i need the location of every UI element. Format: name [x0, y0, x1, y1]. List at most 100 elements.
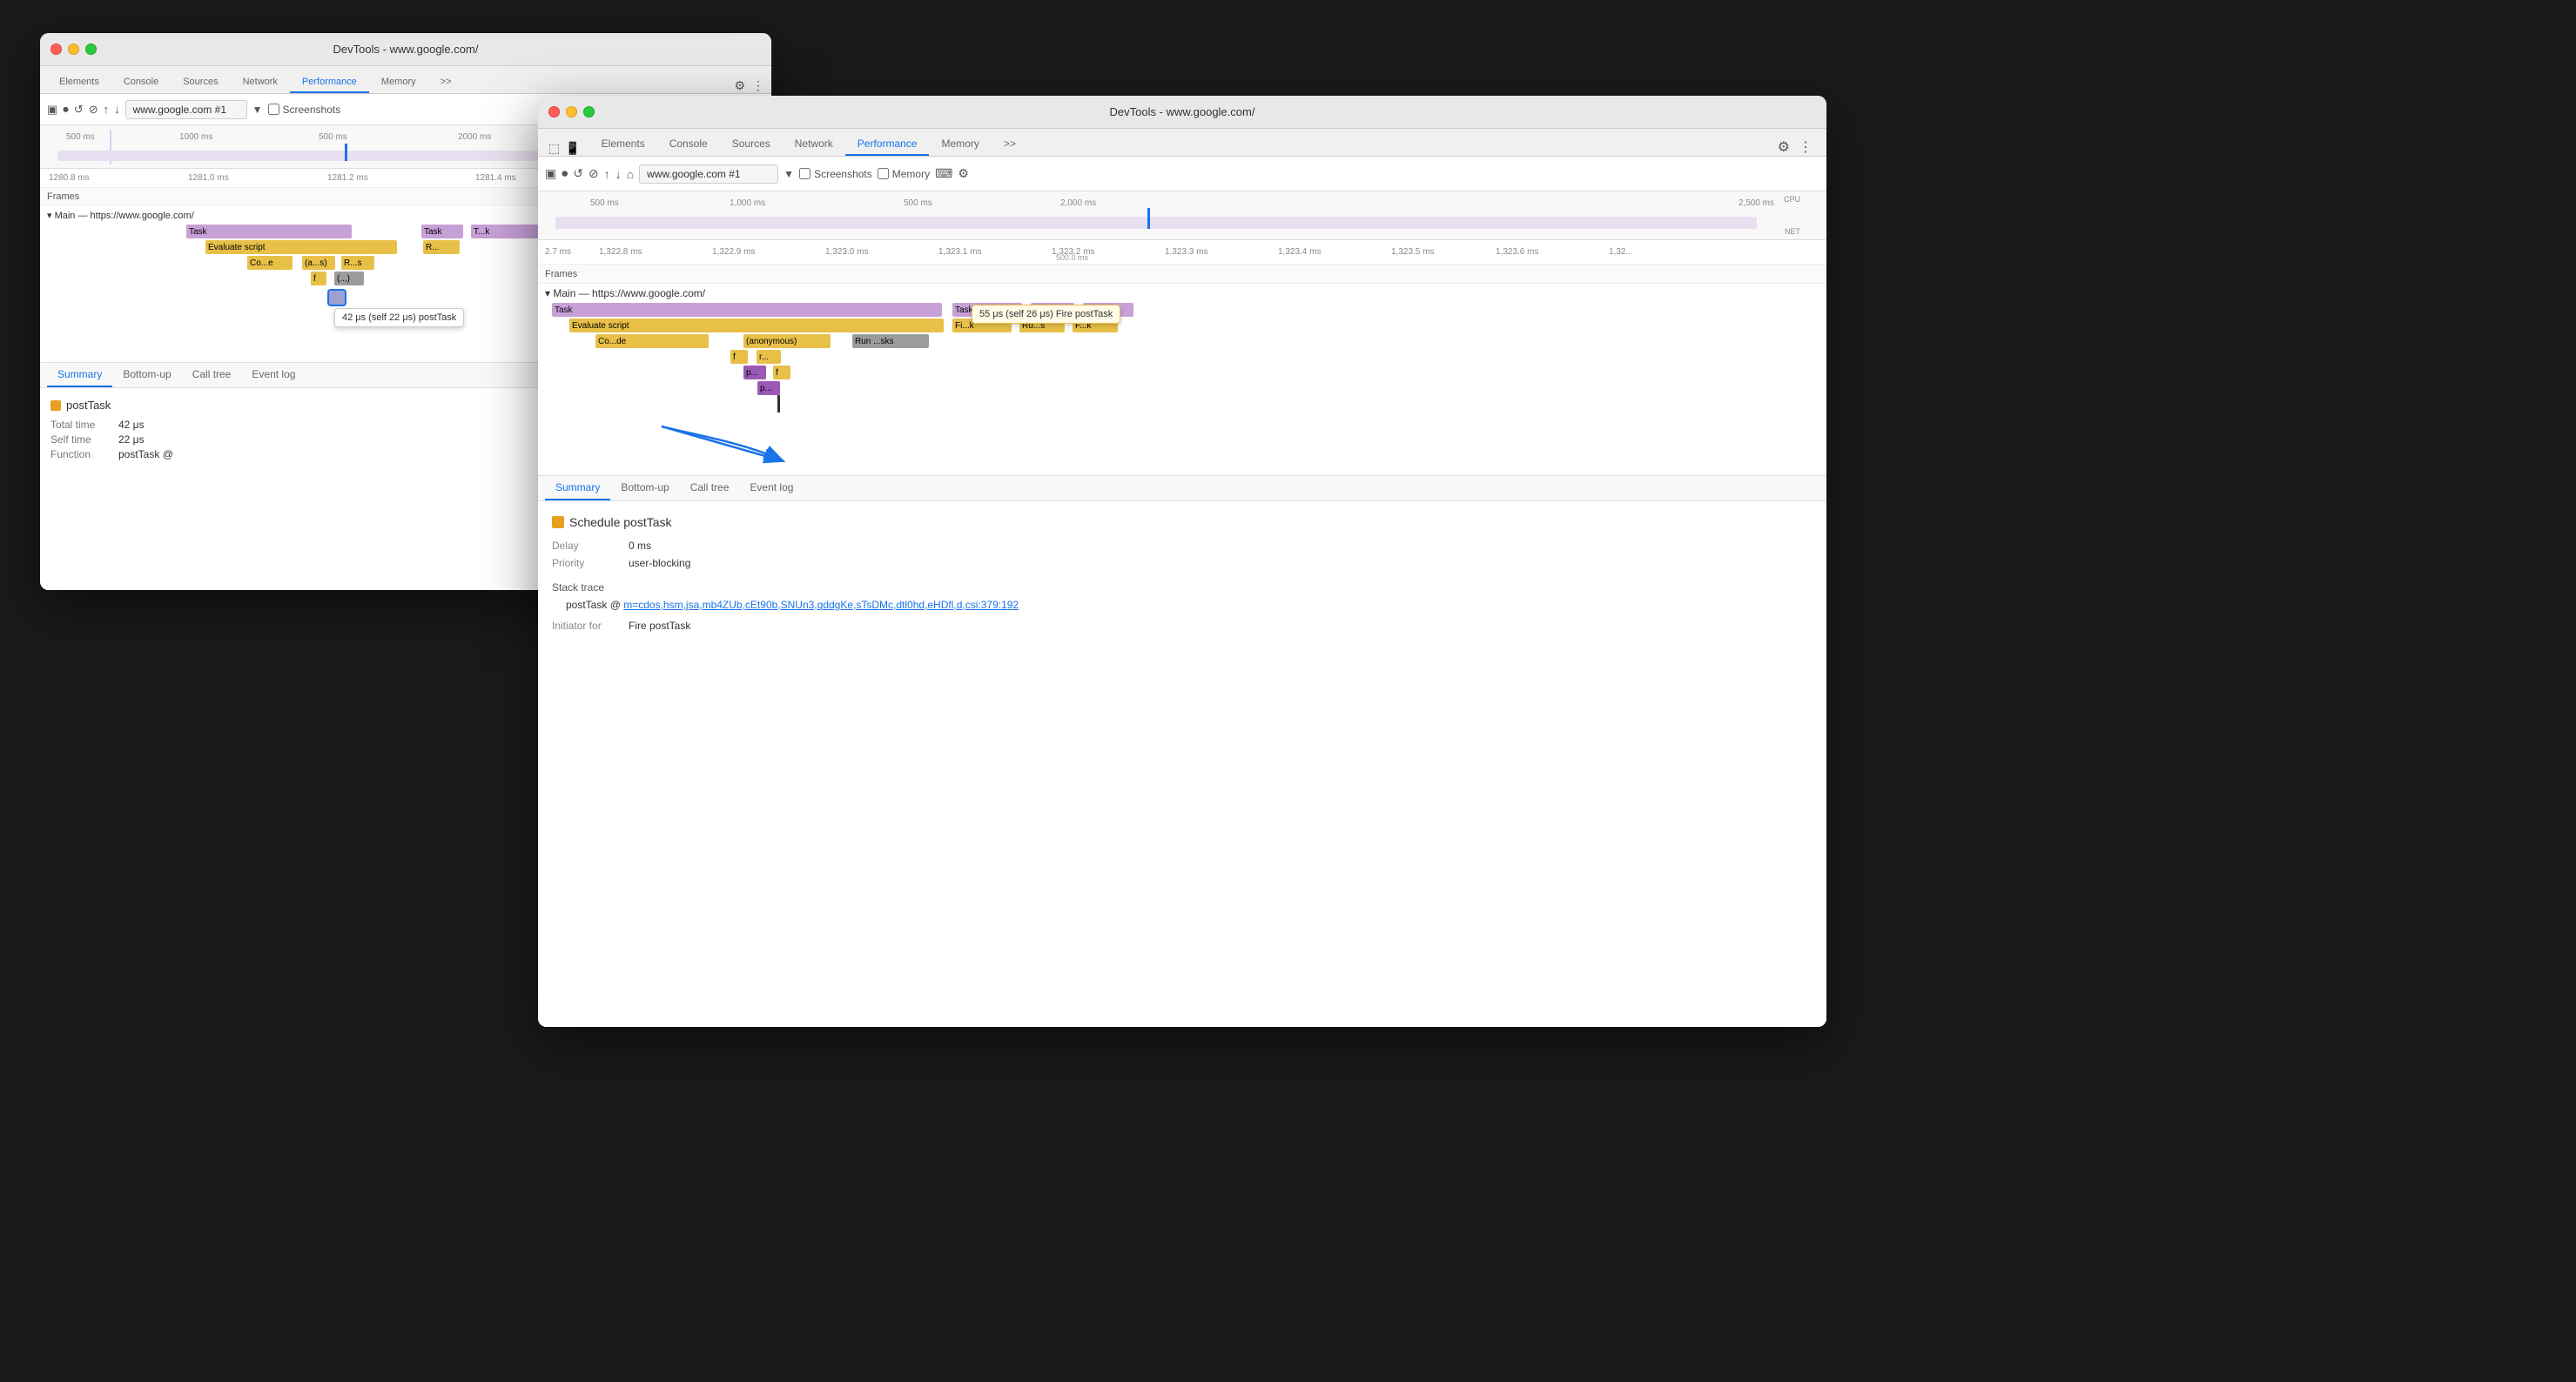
more-icon-2[interactable]: ⋮ [1799, 138, 1813, 156]
clear-icon-2[interactable]: ⊘ [589, 166, 599, 181]
summary-color-dot-2 [552, 516, 564, 528]
tab-network-1[interactable]: Network [231, 72, 290, 93]
window-title-1: DevTools - www.google.com/ [333, 43, 479, 56]
frames-label-2: Frames [545, 269, 577, 279]
f-k-bar[interactable]: F...k [1073, 319, 1118, 332]
tab-memory-2[interactable]: Memory [929, 133, 991, 156]
close-button-2[interactable] [548, 106, 560, 117]
task-bar-3[interactable]: T...k [471, 225, 541, 238]
p-bar-1[interactable]: p... [743, 366, 766, 379]
delay-row: Delay 0 ms [552, 540, 1813, 552]
minimize-button-2[interactable] [566, 106, 577, 117]
dropdown-icon-1[interactable]: ▼ [252, 104, 263, 116]
download-icon-1[interactable]: ↓ [114, 103, 120, 116]
upload-icon-2[interactable]: ↑ [604, 167, 610, 181]
tab-elements-1[interactable]: Elements [47, 72, 111, 93]
screenshots-checkbox-2[interactable] [799, 168, 810, 179]
clear-icon-1[interactable]: ⊘ [89, 103, 98, 117]
record-icon-2[interactable]: ⏺ [562, 166, 568, 181]
tab-sources-1[interactable]: Sources [171, 72, 230, 93]
f-bar-2[interactable]: f [730, 350, 748, 364]
dropdown-icon-2[interactable]: ▼ [784, 168, 794, 180]
tab-console-1[interactable]: Console [111, 72, 171, 93]
tab-bottom-up-1[interactable]: Bottom-up [112, 363, 181, 387]
screenshots-checkbox-1[interactable] [268, 104, 279, 115]
task-bar-2-4[interactable]: T...k [1083, 303, 1133, 317]
task-bar-2-2[interactable]: Task [952, 303, 1022, 317]
selected-task-bar-1[interactable] [329, 291, 345, 305]
record-bar-2: ▣ ⏺ ↺ ⊘ ↑ ↓ ⌂ www.google.com #1 ▼ Screen… [538, 157, 1826, 191]
refresh-icon-1[interactable]: ↺ [74, 103, 84, 117]
maximize-button-2[interactable] [583, 106, 595, 117]
upload-icon-1[interactable]: ↑ [104, 103, 110, 116]
memory-check-2[interactable]: Memory [878, 168, 930, 180]
f-bar-1[interactable]: f [311, 272, 326, 285]
evaluate-script-bar-1[interactable]: Evaluate script [205, 240, 397, 254]
settings-icon-2[interactable]: ⚙ [958, 166, 969, 181]
tab-summary-2[interactable]: Summary [545, 476, 610, 500]
task-bar-1[interactable]: Task [186, 225, 352, 238]
tab-summary-1[interactable]: Summary [47, 363, 112, 387]
anon-bar-2[interactable]: (anonymous) [743, 334, 831, 348]
cursor-line-2 [777, 395, 780, 413]
task-bar-2[interactable]: Task [421, 225, 463, 238]
tab-memory-1[interactable]: Memory [369, 72, 428, 93]
main-label-2: Main — https://www.google.com/ [553, 287, 705, 299]
tab-bottom-up-2[interactable]: Bottom-up [610, 476, 679, 500]
dots-bar-1[interactable]: (...) [334, 272, 364, 285]
tab-console-2[interactable]: Console [657, 133, 720, 156]
tab-sources-2[interactable]: Sources [720, 133, 783, 156]
stack-trace-label: Stack trace [552, 581, 1813, 594]
bottom-tabs-2: Summary Bottom-up Call tree Event log [538, 476, 1826, 501]
bottom-content-2: Schedule postTask Delay 0 ms Priority us… [538, 501, 1826, 648]
tab-network-2[interactable]: Network [783, 133, 845, 156]
inspector-icon-2[interactable]: ⬚ [548, 141, 560, 156]
gear-icon-2[interactable]: ⚙ [1778, 138, 1790, 156]
tab-event-log-1[interactable]: Event log [241, 363, 306, 387]
url-input-1[interactable]: www.google.com #1 [125, 100, 247, 119]
dock-icon-1[interactable]: ▣ [47, 103, 57, 117]
p-bar-2[interactable]: p... [757, 381, 780, 395]
r-bar-1[interactable]: R... [423, 240, 460, 254]
tab-event-log-2[interactable]: Event log [739, 476, 804, 500]
tab-performance-2[interactable]: Performance [845, 133, 930, 156]
maximize-button-1[interactable] [85, 44, 97, 55]
refresh-icon-2[interactable]: ↺ [573, 166, 583, 181]
memory-checkbox-2[interactable] [878, 168, 889, 179]
tab-performance-1[interactable]: Performance [290, 72, 369, 93]
tab-call-tree-1[interactable]: Call tree [182, 363, 242, 387]
gear-icon-1[interactable]: ⚙ [734, 78, 745, 93]
r-bar-2[interactable]: r... [757, 350, 781, 364]
code-bar-2[interactable]: Co...de [595, 334, 709, 348]
screenshots-check-2[interactable]: Screenshots [799, 168, 872, 180]
ru-s-bar[interactable]: Ru...s [1019, 319, 1065, 332]
evaluate-script-2[interactable]: Evaluate script [569, 319, 944, 332]
f-bar-3[interactable]: f [773, 366, 790, 379]
mobile-icon-2[interactable]: 📱 [565, 141, 580, 156]
home-icon-2[interactable]: ⌂ [627, 167, 634, 181]
run-tasks-bar[interactable]: Run ...sks [852, 334, 929, 348]
title-bar-2: DevTools - www.google.com/ [538, 96, 1826, 129]
stack-trace-code: postTask @ m=cdos,hsm,jsa,mb4ZUb,cEt90b,… [566, 599, 1813, 611]
run-bar-1[interactable]: R...s [341, 256, 374, 270]
task-bar-2-1[interactable]: Task [552, 303, 942, 317]
minimize-button-1[interactable] [68, 44, 79, 55]
stack-trace-link[interactable]: m=cdos,hsm,jsa,mb4ZUb,cEt90b,SNUn3,qddgK… [623, 599, 1019, 611]
task-bar-2-3[interactable]: Task [1031, 303, 1074, 317]
dock-icon-2[interactable]: ▣ [545, 166, 556, 181]
traffic-lights-1 [50, 44, 97, 55]
tab-call-tree-2[interactable]: Call tree [680, 476, 740, 500]
fi-k-bar[interactable]: Fi...k [952, 319, 1012, 332]
close-button-1[interactable] [50, 44, 62, 55]
tab-more-2[interactable]: >> [992, 133, 1028, 156]
download-icon-2[interactable]: ↓ [615, 167, 622, 181]
keyboard-icon-2[interactable]: ⌨ [935, 166, 952, 181]
screenshots-check-1[interactable]: Screenshots [268, 104, 341, 116]
record-icon-1[interactable]: ⏺ [63, 103, 69, 117]
anon-bar-1[interactable]: (a...s) [302, 256, 335, 270]
url-input-2[interactable]: www.google.com #1 [639, 164, 778, 184]
tab-elements-2[interactable]: Elements [589, 133, 657, 156]
more-icon-1[interactable]: ⋮ [752, 78, 764, 93]
tab-more-1[interactable]: >> [428, 72, 464, 93]
code-bar-1[interactable]: Co...e [247, 256, 293, 270]
